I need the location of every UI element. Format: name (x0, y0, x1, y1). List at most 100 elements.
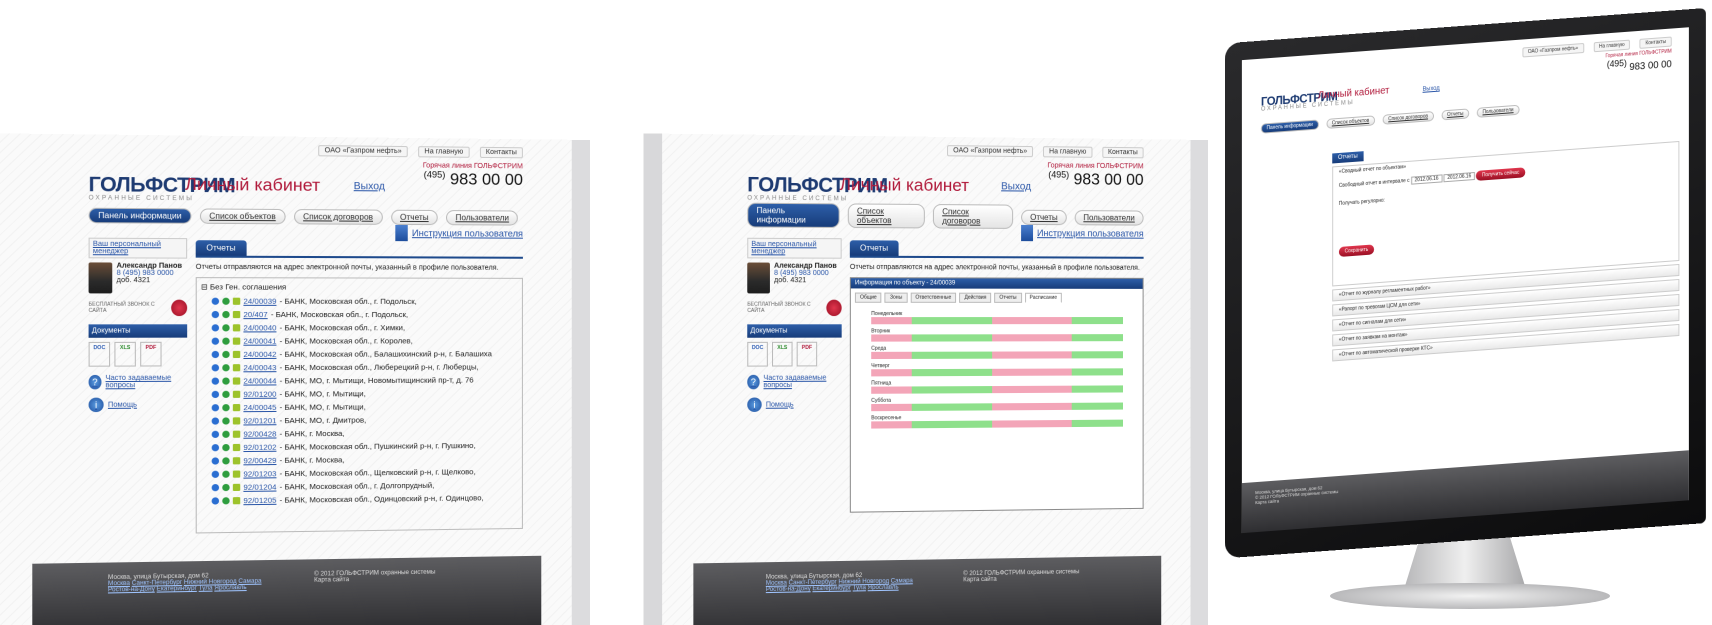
dialog-tab[interactable]: Отчеты (994, 293, 1021, 303)
excel-doc-icon[interactable]: XLS (114, 342, 135, 367)
instruction-link[interactable]: Инструкция пользователя (395, 225, 523, 242)
top-link[interactable]: ОАО «Газпром нефть» (1522, 43, 1584, 58)
tab-contracts[interactable]: Список договоров (294, 209, 383, 225)
exit-link[interactable]: Выход (1423, 86, 1440, 93)
footer-city-link[interactable]: Екатеринбург (157, 586, 197, 593)
help-link[interactable]: i Помощь (747, 397, 841, 412)
free-call-button[interactable]: БЕСПЛАТНЫЙ ЗВОНОК С САЙТА (747, 300, 841, 316)
manager-header[interactable]: Ваш персональный менеджер (747, 238, 841, 259)
top-link[interactable]: На главную (418, 146, 469, 158)
reports-note: Отчеты отправляются на адрес электронной… (850, 264, 1144, 272)
pdf-doc-icon[interactable]: PDF (140, 342, 161, 367)
faq-link[interactable]: ? Часто задаваемые вопросы (747, 374, 841, 389)
dialog-tab[interactable]: Действия (959, 293, 991, 303)
object-address: - БАНК, Московская обл., Пушкинский р-н,… (280, 441, 476, 452)
object-code-link[interactable]: 24/00044 (243, 376, 276, 385)
footer-city-link[interactable]: Екатеринбург (812, 585, 851, 592)
footer-city-link[interactable]: Ярославль (868, 585, 899, 592)
free-call-button[interactable]: БЕСПЛАТНЫЙ ЗВОНОК С САЙТА (89, 300, 188, 317)
instruction-link[interactable]: Инструкция пользователя (1021, 225, 1143, 242)
schedule-day-bar[interactable] (871, 368, 1123, 376)
tab-reports[interactable]: Отчеты (1021, 209, 1066, 224)
reports-tab[interactable]: Отчеты (1332, 151, 1363, 163)
word-doc-icon[interactable]: DOC (89, 342, 111, 367)
object-code-link[interactable]: 24/00040 (243, 323, 276, 332)
object-code-link[interactable]: 24/00039 (243, 297, 276, 306)
tab-objects[interactable]: Список объектов (200, 208, 286, 224)
get-now-button[interactable]: Получить сейчас (1476, 167, 1525, 181)
object-code-link[interactable]: 92/01202 (243, 443, 276, 452)
tab-reports[interactable]: Отчеты (391, 209, 438, 224)
exit-link[interactable]: Выход (1001, 181, 1031, 192)
footer-city-link[interactable]: Тула (199, 585, 213, 591)
exit-link[interactable]: Выход (354, 181, 385, 192)
tab-users[interactable]: Пользователи (1074, 210, 1143, 226)
lock-icon (222, 338, 229, 345)
word-doc-icon[interactable]: DOC (747, 342, 768, 367)
top-link[interactable]: ОАО «Газпром нефть» (947, 145, 1033, 157)
object-code-link[interactable]: 92/01200 (243, 390, 276, 399)
sitemap-link[interactable]: Карта сайта (963, 575, 1079, 583)
tree-row[interactable]: 24/00043 - БАНК, Московская обл., Любере… (201, 360, 518, 374)
object-code-link[interactable]: 24/00041 (243, 336, 276, 345)
object-address: - БАНК, Московская обл., г. Подольск, (271, 310, 408, 319)
schedule-day-bar[interactable] (871, 385, 1123, 393)
object-code-link[interactable]: 92/01205 (243, 496, 276, 506)
excel-doc-icon[interactable]: XLS (772, 342, 793, 367)
dialog-tab[interactable]: Ответственные (910, 293, 956, 303)
tree-root[interactable]: ⊟ Без Ген. соглашения (201, 282, 518, 292)
top-link[interactable]: Контакты (480, 147, 523, 159)
schedule-day-bar[interactable] (871, 317, 1123, 324)
main-nav: Панель информации Список объектов Список… (1261, 93, 1672, 135)
faq-link[interactable]: ? Часто задаваемые вопросы (89, 375, 188, 390)
schedule-day-bar[interactable] (871, 351, 1123, 359)
tree-row[interactable]: 20/407 - БАНК, Московская обл., г. Подол… (201, 308, 518, 321)
object-code-link[interactable]: 20/407 (243, 310, 267, 319)
top-link[interactable]: На главную (1043, 146, 1092, 158)
object-code-link[interactable]: 24/00042 (243, 350, 276, 359)
dialog-tab-schedule[interactable]: Расписание (1025, 293, 1062, 303)
site-footer: Москва, улица Бутырская, дом 62 Москва С… (693, 556, 1161, 625)
top-link[interactable]: Контакты (1102, 147, 1144, 159)
tab-objects[interactable]: Список объектов (848, 203, 925, 228)
schedule-day-bar[interactable] (871, 420, 1123, 429)
save-button[interactable]: Сохранить (1339, 244, 1374, 257)
object-code-link[interactable]: 92/00428 (243, 429, 276, 438)
tab-info-panel[interactable]: Панель информации (89, 207, 192, 223)
dialog-tab[interactable]: Зоны (885, 293, 907, 303)
object-code-link[interactable]: 92/01203 (243, 469, 276, 479)
object-code-link[interactable]: 24/00043 (243, 363, 276, 372)
tab-users[interactable]: Пользователи (1477, 105, 1519, 118)
footer-city-link[interactable]: Ярославль (214, 585, 246, 592)
reports-tab[interactable]: Отчеты (850, 240, 898, 256)
object-code-link[interactable]: 92/01201 (243, 416, 276, 425)
top-link[interactable]: Контакты (1640, 37, 1672, 49)
tree-row[interactable]: 92/01205 - БАНК, Московская обл., Одинцо… (201, 491, 518, 508)
tab-info-panel[interactable]: Панель информации (747, 203, 839, 228)
tree-row[interactable]: 24/00041 - БАНК, Московская обл., г. Кор… (201, 334, 518, 348)
lock-icon (222, 431, 229, 438)
schedule-day-bar[interactable] (871, 334, 1123, 342)
help-link[interactable]: i Помощь (89, 397, 188, 412)
object-code-link[interactable]: 24/00045 (243, 403, 276, 412)
manager-header[interactable]: Ваш персональный менеджер (89, 238, 188, 259)
object-address: - БАНК, г. Москва, (280, 429, 345, 439)
dialog-tab[interactable]: Общие (855, 293, 882, 303)
globe-icon (212, 431, 219, 438)
reports-tab[interactable]: Отчеты (196, 240, 247, 256)
footer-city-link[interactable]: Тула (853, 585, 866, 591)
tab-contracts[interactable]: Список договоров (933, 204, 1013, 229)
top-link[interactable]: ОАО «Газпром нефть» (318, 145, 408, 157)
top-link[interactable]: На главную (1593, 40, 1630, 53)
tab-users[interactable]: Пользователи (446, 210, 518, 226)
sitemap-link[interactable]: Карта сайта (314, 576, 435, 584)
tree-row[interactable]: 24/00040 - БАНК, Московская обл., г. Хим… (201, 321, 518, 335)
pdf-doc-icon[interactable]: PDF (797, 342, 817, 367)
footer-city-link[interactable]: Ростов-на-Дону (108, 586, 155, 593)
footer-city-link[interactable]: Ростов-на-Дону (766, 586, 811, 593)
tree-row[interactable]: 24/00039 - БАНК, Московская обл., г. Под… (201, 295, 518, 308)
object-code-link[interactable]: 92/01204 (243, 482, 276, 492)
schedule-day-bar[interactable] (871, 403, 1123, 412)
object-code-link[interactable]: 92/00429 (243, 456, 276, 466)
tree-row[interactable]: 24/00042 - БАНК, Московская обл., Балаши… (201, 347, 518, 361)
